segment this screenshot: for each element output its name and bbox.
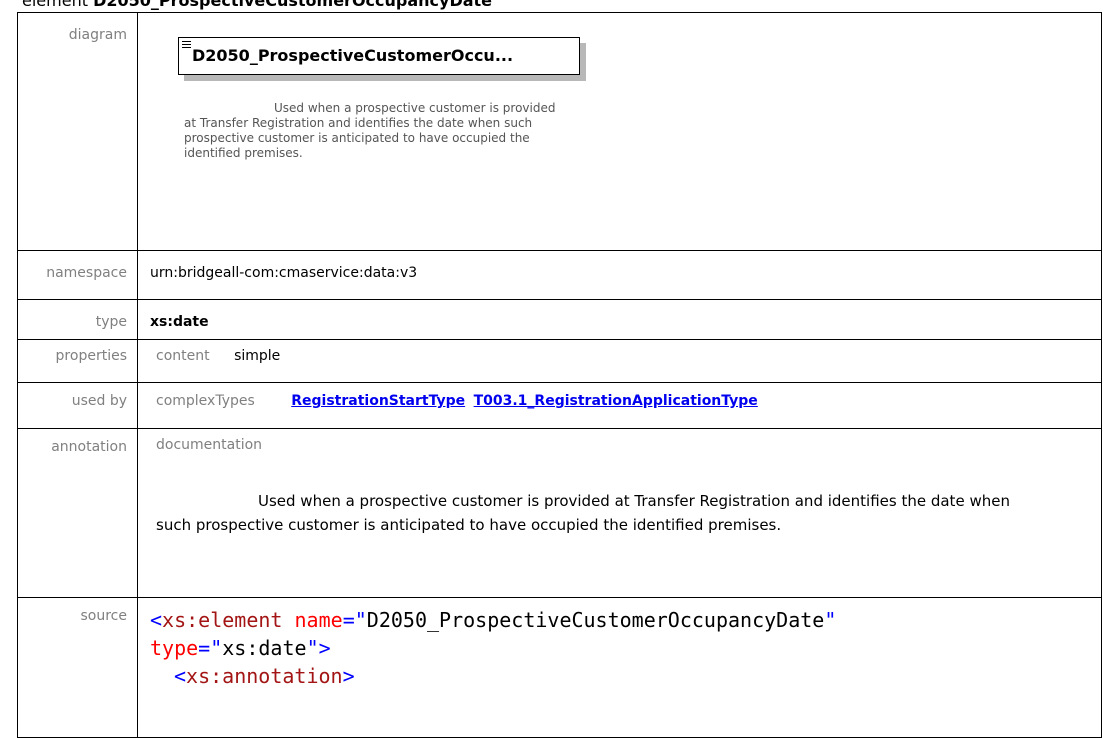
diagram-cell: D2050_ProspectiveCustomerOccu... Used wh… [137,12,1102,251]
namespace-row: namespace urn:bridgeall-com:cmaservice:d… [17,250,1102,300]
type-row: type xs:date [17,299,1102,340]
annotation-row: annotation documentation Used when a pro… [17,428,1102,598]
type-label: type [17,299,138,340]
diagram-documentation: Used when a prospective customer is prov… [184,101,556,160]
annotation-cell: documentation Used when a prospective cu… [137,428,1102,598]
source-cell: <xs:element name="D2050_ProspectiveCusto… [137,597,1102,738]
used-by-row: used by complexTypes RegistrationStartTy… [17,382,1102,429]
properties-row: properties content simple [17,339,1102,383]
source-line-2: type="xs:date"> [150,636,331,660]
element-diagram-box[interactable]: D2050_ProspectiveCustomerOccu... [178,37,580,75]
element-lines-icon [182,41,191,50]
properties-cell: content simple [137,339,1102,383]
source-row: source <xs:element name="D2050_Prospecti… [17,597,1102,738]
annotation-label: annotation [17,428,138,598]
used-by-label: used by [17,382,138,429]
source-code: <xs:element name="D2050_ProspectiveCusto… [150,606,1101,690]
diagram-label: diagram [17,12,138,251]
properties-key: content [156,348,210,364]
annotation-documentation: Used when a prospective customer is prov… [156,492,1010,534]
source-label: source [17,597,138,738]
diagram-element-name: D2050_ProspectiveCustomerOccu... [192,46,514,65]
source-line-3: <xs:annotation> [174,664,355,688]
annotation-key: documentation [156,437,263,453]
used-by-cell: complexTypes RegistrationStartType T003.… [137,382,1102,429]
type-value: xs:date [137,299,1102,340]
used-by-link-registrationstarttype[interactable]: RegistrationStartType [291,393,465,409]
used-by-key: complexTypes [156,393,255,409]
diagram-row: diagram D2050_ProspectiveCustomerOccu...… [17,12,1102,251]
element-doc-table: diagram D2050_ProspectiveCustomerOccu...… [17,12,1102,738]
source-line-1: <xs:element name="D2050_ProspectiveCusto… [150,608,837,632]
namespace-value: urn:bridgeall-com:cmaservice:data:v3 [137,250,1102,300]
heading-kind: element [22,0,88,10]
used-by-link-registrationapplicationtype[interactable]: T003.1_RegistrationApplicationType [474,393,758,409]
namespace-label: namespace [17,250,138,300]
page-heading: element D2050_ProspectiveCustomerOccupan… [22,0,492,10]
properties-label: properties [17,339,138,383]
heading-element-name: D2050_ProspectiveCustomerOccupancyDate [93,0,493,10]
properties-value: simple [234,348,281,364]
